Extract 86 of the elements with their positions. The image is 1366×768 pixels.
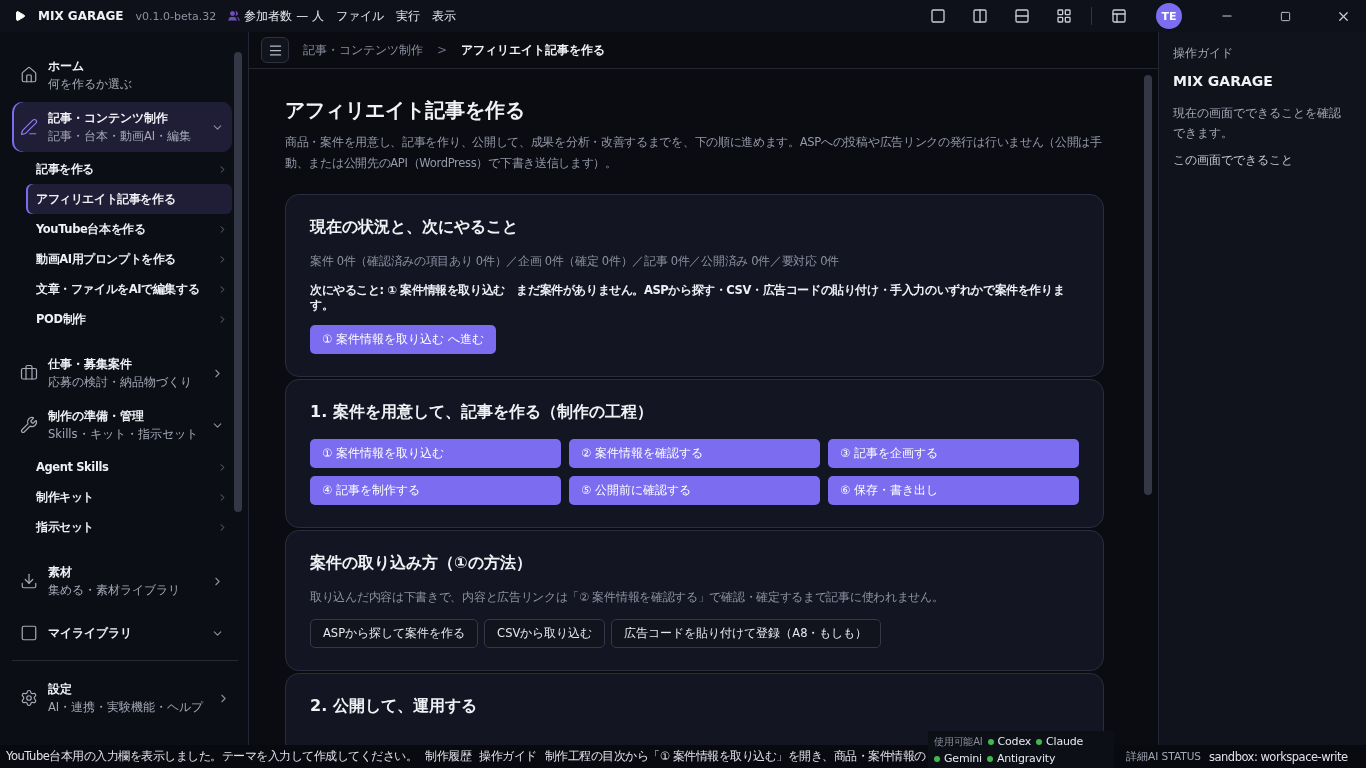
nav-item[interactable]: Agent Skills xyxy=(26,452,232,482)
ai-name: Claude xyxy=(1046,734,1084,750)
wrench-icon xyxy=(20,416,38,434)
nav-group-subtitle: Skills・キット・指示セット xyxy=(48,427,199,442)
card-title: 1. 案件を用意して、記事を作る（制作の工程） xyxy=(310,402,654,423)
menu-icon xyxy=(267,42,283,58)
app-name: MIX GARAGE xyxy=(38,9,124,23)
nav-item[interactable]: 記事を作る xyxy=(26,154,232,184)
nav-item[interactable]: 動画AI用プロンプトを作る xyxy=(26,244,232,274)
participant-count: 参加者数 — 人 xyxy=(244,7,324,25)
import-method-button[interactable]: 広告コードを貼り付けて登録（A8・もしも） xyxy=(611,619,881,648)
step-button[interactable]: ③ 記事を企画する xyxy=(828,439,1079,468)
status-hint: 制作工程の目次から「① 案件情報を取り込む」を開き、商品・案件情報の xyxy=(544,749,926,764)
card-summary: 取り込んだ内容は下書きで、内容と広告リンクは「② 案件情報を確認する」で確認・確定するまで記事に使われません。 xyxy=(310,590,945,605)
nav-group-subtitle: 何を作るか選ぶ xyxy=(48,77,133,92)
user-avatar[interactable]: TE xyxy=(1156,3,1182,29)
nav-group-title: 素材 xyxy=(48,564,73,581)
page-title: アフィリエイト記事を作る xyxy=(285,97,526,124)
guide-title: MIX GARAGE xyxy=(1173,73,1274,89)
download-icon xyxy=(20,572,38,590)
proceed-button[interactable]: ① 案件情報を取り込む へ進む xyxy=(310,325,496,354)
nav-group-title: ホーム xyxy=(48,58,85,75)
nav-group-title: 設定 xyxy=(48,681,73,698)
step-button[interactable]: ⑤ 公開前に確認する xyxy=(569,476,820,505)
nav-item[interactable]: 指示セット xyxy=(26,512,232,542)
version-label: v0.1.0-beta.32 xyxy=(135,9,217,23)
nav-group-subtitle: AI・連携・実験機能・ヘルプ xyxy=(48,700,205,715)
nav-item[interactable]: 制作キット xyxy=(26,482,232,512)
play-icon[interactable] xyxy=(14,10,26,22)
settings-icon xyxy=(20,689,38,707)
nav-item[interactable]: YouTube台本を作る xyxy=(26,214,232,244)
ai-name: Antigravity xyxy=(996,751,1056,767)
step-button[interactable]: ⑥ 保存・書き出し xyxy=(828,476,1079,505)
pen-icon xyxy=(20,118,38,136)
card-title: 案件の取り込み方（①の方法） xyxy=(310,553,533,574)
guide-section-heading: この画面でできること xyxy=(1173,153,1294,168)
menu-item[interactable]: 表示 xyxy=(431,7,456,25)
breadcrumb-separator: > xyxy=(437,43,448,57)
ai-status-link[interactable]: 詳細AI STATUS xyxy=(1126,749,1201,764)
settings-item[interactable]: 設定 AI・連携・実験機能・ヘルプ xyxy=(12,673,238,723)
scrollbar-thumb[interactable] xyxy=(234,52,242,512)
card-summary: 案件 0件（確認済みの項目あり 0件）／企画 0件（確定 0件）／記事 0件／公開済み 0件／要対応 0件 xyxy=(310,254,840,269)
page-description: 商品・案件を用意し、記事を作り、公開して、成果を分析・改善するまでを、下の順に進めます。ASPへの投稿や広告リンクの発行は行いません（公開は手動、または公開先のAPI（WordPress）で下書き送信します）。 xyxy=(285,134,1103,172)
nav-group-title: 制作の準備・管理 xyxy=(48,408,145,425)
nav-group[interactable]: ホーム 何を作るか選ぶ xyxy=(12,50,232,100)
import-method-button[interactable]: CSVから取り込む xyxy=(484,619,606,648)
step-button[interactable]: ① 案件情報を取り込む xyxy=(310,439,561,468)
step-button[interactable]: ④ 記事を制作する xyxy=(310,476,561,505)
nav-group-subtitle: 集める・素材ライブラリ xyxy=(48,583,181,598)
nav-item[interactable]: アフィリエイト記事を作る xyxy=(26,184,232,214)
breadcrumb-item: アフィリエイト記事を作る xyxy=(461,41,606,59)
sandbox-label: sandbox: workspace-write xyxy=(1209,749,1348,764)
home-icon xyxy=(20,66,38,84)
step-button[interactable]: ② 案件情報を確認する xyxy=(569,439,820,468)
ai-name: Codex xyxy=(997,734,1032,750)
nav-group-subtitle: 応募の検討・納品物づくり xyxy=(48,375,193,390)
card-title: 2. 公開して、運用する xyxy=(310,696,478,717)
nav-group-title: 仕事・募集案件 xyxy=(48,356,133,373)
status-message: YouTube台本用の入力欄を表示しました。テーマを入力して作成してください。 xyxy=(6,749,418,764)
nav-group[interactable]: 制作の準備・管理 Skills・キット・指示セット xyxy=(12,400,232,450)
people-icon xyxy=(228,10,241,22)
guide-text: 現在の画面でできることを確認できます。 xyxy=(1173,105,1342,142)
nav-item[interactable]: POD制作 xyxy=(26,304,232,334)
nav-group-title: 記事・コンテンツ制作 xyxy=(48,110,169,127)
status-link[interactable]: 操作ガイド xyxy=(479,749,537,764)
nav-group[interactable]: マイライブラリ xyxy=(12,608,232,658)
breadcrumb-item[interactable]: 記事・コンテンツ制作 xyxy=(303,41,423,59)
briefcase-icon xyxy=(20,364,38,382)
import-method-button[interactable]: ASPから探して案件を作る xyxy=(310,619,479,648)
nav-group-title: マイライブラリ xyxy=(48,624,133,642)
nav-item[interactable]: 文章・ファイルをAIで編集する xyxy=(26,274,232,304)
status-link[interactable]: 制作履歴 xyxy=(425,749,472,764)
menu-button[interactable] xyxy=(261,37,289,63)
nav-group[interactable]: 記事・コンテンツ制作 記事・台本・動画AI・編集 xyxy=(12,102,232,152)
menu-item[interactable]: ファイル xyxy=(335,7,384,25)
scrollbar-thumb[interactable] xyxy=(1144,75,1152,495)
nav-group[interactable]: 仕事・募集案件 応募の検討・納品物づくり xyxy=(12,348,232,398)
ai-name: Gemini xyxy=(944,751,982,767)
nav-group[interactable]: 素材 集める・素材ライブラリ xyxy=(12,556,232,606)
guide-label: 操作ガイド xyxy=(1173,46,1234,61)
card-title: 現在の状況と、次にやること xyxy=(310,217,519,238)
nav-group-subtitle: 記事・台本・動画AI・編集 xyxy=(48,129,193,144)
menu-item[interactable]: 実行 xyxy=(395,7,420,25)
ai-label: 使用可能AI xyxy=(934,735,983,749)
square-icon xyxy=(20,624,38,642)
next-step-text: 次にやること: ① 案件情報を取り込む まだ案件がありません。ASPから探す・CSV・広告コードの貼り付け・手入力のいずれかで案件を作ります。 xyxy=(310,283,1066,313)
